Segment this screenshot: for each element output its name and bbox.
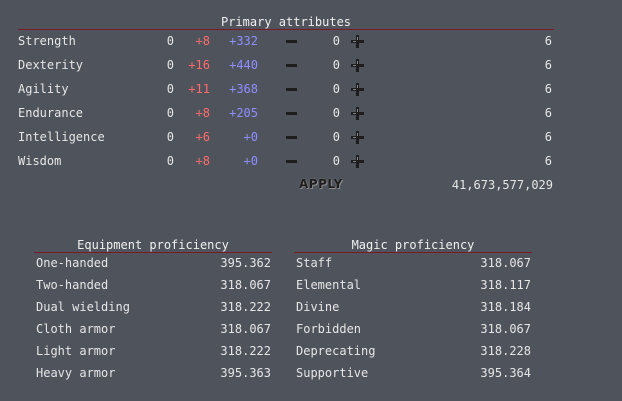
magic-proficiency-title: Magic proficiency <box>294 238 532 253</box>
attribute-extra: +332 <box>229 34 258 48</box>
equipment-row: One-handed 395.362 <box>36 252 271 274</box>
attribute-allocated: 0 <box>332 58 340 72</box>
attribute-extra: +440 <box>229 58 258 72</box>
proficiency-value: 318.067 <box>480 256 531 270</box>
attribute-cost: 6 <box>544 106 552 120</box>
attribute-name: Wisdom <box>18 154 62 168</box>
proficiency-name: Heavy armor <box>36 366 116 380</box>
equipment-row: Cloth armor 318.067 <box>36 318 271 340</box>
attribute-bonus: +11 <box>188 82 210 96</box>
minus-icon[interactable] <box>286 160 297 163</box>
proficiency-name: One-handed <box>36 256 109 270</box>
minus-icon[interactable] <box>286 64 297 67</box>
proficiency-value: 318.222 <box>220 300 271 314</box>
proficiency-value: 318.184 <box>480 300 531 314</box>
attribute-row-agility: Agility 0 +11 +368 0 6 <box>18 77 558 101</box>
proficiency-value: 318.067 <box>480 322 531 336</box>
attribute-row-dexterity: Dexterity 0 +16 +440 0 6 <box>18 53 558 77</box>
attribute-bonus: +6 <box>195 130 210 144</box>
attribute-row-wisdom: Wisdom 0 +8 +0 0 6 <box>18 149 558 173</box>
attribute-base: 0 <box>166 130 174 144</box>
proficiency-name: Forbidden <box>296 322 362 336</box>
attribute-name: Strength <box>18 34 76 48</box>
proficiency-name: Staff <box>296 256 333 270</box>
magic-row: Divine 318.184 <box>296 296 531 318</box>
attribute-cost: 6 <box>544 154 552 168</box>
attribute-cost: 6 <box>544 58 552 72</box>
magic-row: Supportive 395.364 <box>296 362 531 384</box>
attribute-bonus: +8 <box>195 106 210 120</box>
primary-attributes-title: Primary attributes <box>18 15 554 30</box>
gold-total: 41,673,577,029 <box>451 178 553 192</box>
plus-icon[interactable] <box>351 83 364 96</box>
attribute-allocated: 0 <box>332 154 340 168</box>
proficiency-value: 395.364 <box>480 366 531 380</box>
equipment-row: Two-handed 318.067 <box>36 274 271 296</box>
attribute-extra: +205 <box>229 106 258 120</box>
attribute-base: 0 <box>166 34 174 48</box>
plus-icon[interactable] <box>351 131 364 144</box>
proficiency-name: Two-handed <box>36 278 109 292</box>
magic-row: Deprecating 318.228 <box>296 340 531 362</box>
magic-row: Elemental 318.117 <box>296 274 531 296</box>
proficiency-value: 318.117 <box>480 278 531 292</box>
proficiency-value: 318.222 <box>220 344 271 358</box>
proficiency-name: Divine <box>296 300 340 314</box>
attribute-extra: +368 <box>229 82 258 96</box>
apply-button[interactable]: APPLY <box>299 177 343 192</box>
attribute-cost: 6 <box>544 82 552 96</box>
equipment-row: Light armor 318.222 <box>36 340 271 362</box>
minus-icon[interactable] <box>286 136 297 139</box>
proficiency-name: Deprecating <box>296 344 376 358</box>
plus-icon[interactable] <box>351 35 364 48</box>
plus-icon[interactable] <box>351 59 364 72</box>
magic-row: Forbidden 318.067 <box>296 318 531 340</box>
equipment-row: Heavy armor 395.363 <box>36 362 271 384</box>
proficiency-name: Elemental <box>296 278 362 292</box>
minus-icon[interactable] <box>286 40 297 43</box>
proficiency-name: Dual wielding <box>36 300 130 314</box>
proficiency-value: 318.067 <box>220 278 271 292</box>
magic-row: Staff 318.067 <box>296 252 531 274</box>
minus-icon[interactable] <box>286 112 297 115</box>
attribute-base: 0 <box>166 106 174 120</box>
proficiency-value: 318.228 <box>480 344 531 358</box>
attribute-cost: 6 <box>544 34 552 48</box>
attribute-extra: +0 <box>243 130 258 144</box>
attribute-name: Agility <box>18 82 69 96</box>
minus-icon[interactable] <box>286 88 297 91</box>
attribute-name: Intelligence <box>18 130 105 144</box>
equipment-proficiency-title: Equipment proficiency <box>34 238 272 253</box>
attribute-bonus: +8 <box>195 154 210 168</box>
attribute-bonus: +8 <box>195 34 210 48</box>
proficiency-value: 318.067 <box>220 322 271 336</box>
proficiency-value: 395.363 <box>220 366 271 380</box>
attribute-allocated: 0 <box>332 106 340 120</box>
attribute-name: Dexterity <box>18 58 84 72</box>
attribute-base: 0 <box>166 82 174 96</box>
attribute-allocated: 0 <box>332 34 340 48</box>
plus-icon[interactable] <box>351 155 364 168</box>
attribute-cost: 6 <box>544 130 552 144</box>
attribute-allocated: 0 <box>332 130 340 144</box>
attribute-name: Endurance <box>18 106 84 120</box>
attribute-row-endurance: Endurance 0 +8 +205 0 6 <box>18 101 558 125</box>
proficiency-name: Light armor <box>36 344 116 358</box>
attribute-extra: +0 <box>243 154 258 168</box>
attribute-allocated: 0 <box>332 82 340 96</box>
attribute-bonus: +16 <box>188 58 210 72</box>
attribute-row-intelligence: Intelligence 0 +6 +0 0 6 <box>18 125 558 149</box>
proficiency-value: 395.362 <box>220 256 271 270</box>
attribute-base: 0 <box>166 58 174 72</box>
proficiency-name: Cloth armor <box>36 322 116 336</box>
equipment-row: Dual wielding 318.222 <box>36 296 271 318</box>
attribute-base: 0 <box>166 154 174 168</box>
proficiency-name: Supportive <box>296 366 369 380</box>
plus-icon[interactable] <box>351 107 364 120</box>
attribute-row-strength: Strength 0 +8 +332 0 6 <box>18 29 558 53</box>
